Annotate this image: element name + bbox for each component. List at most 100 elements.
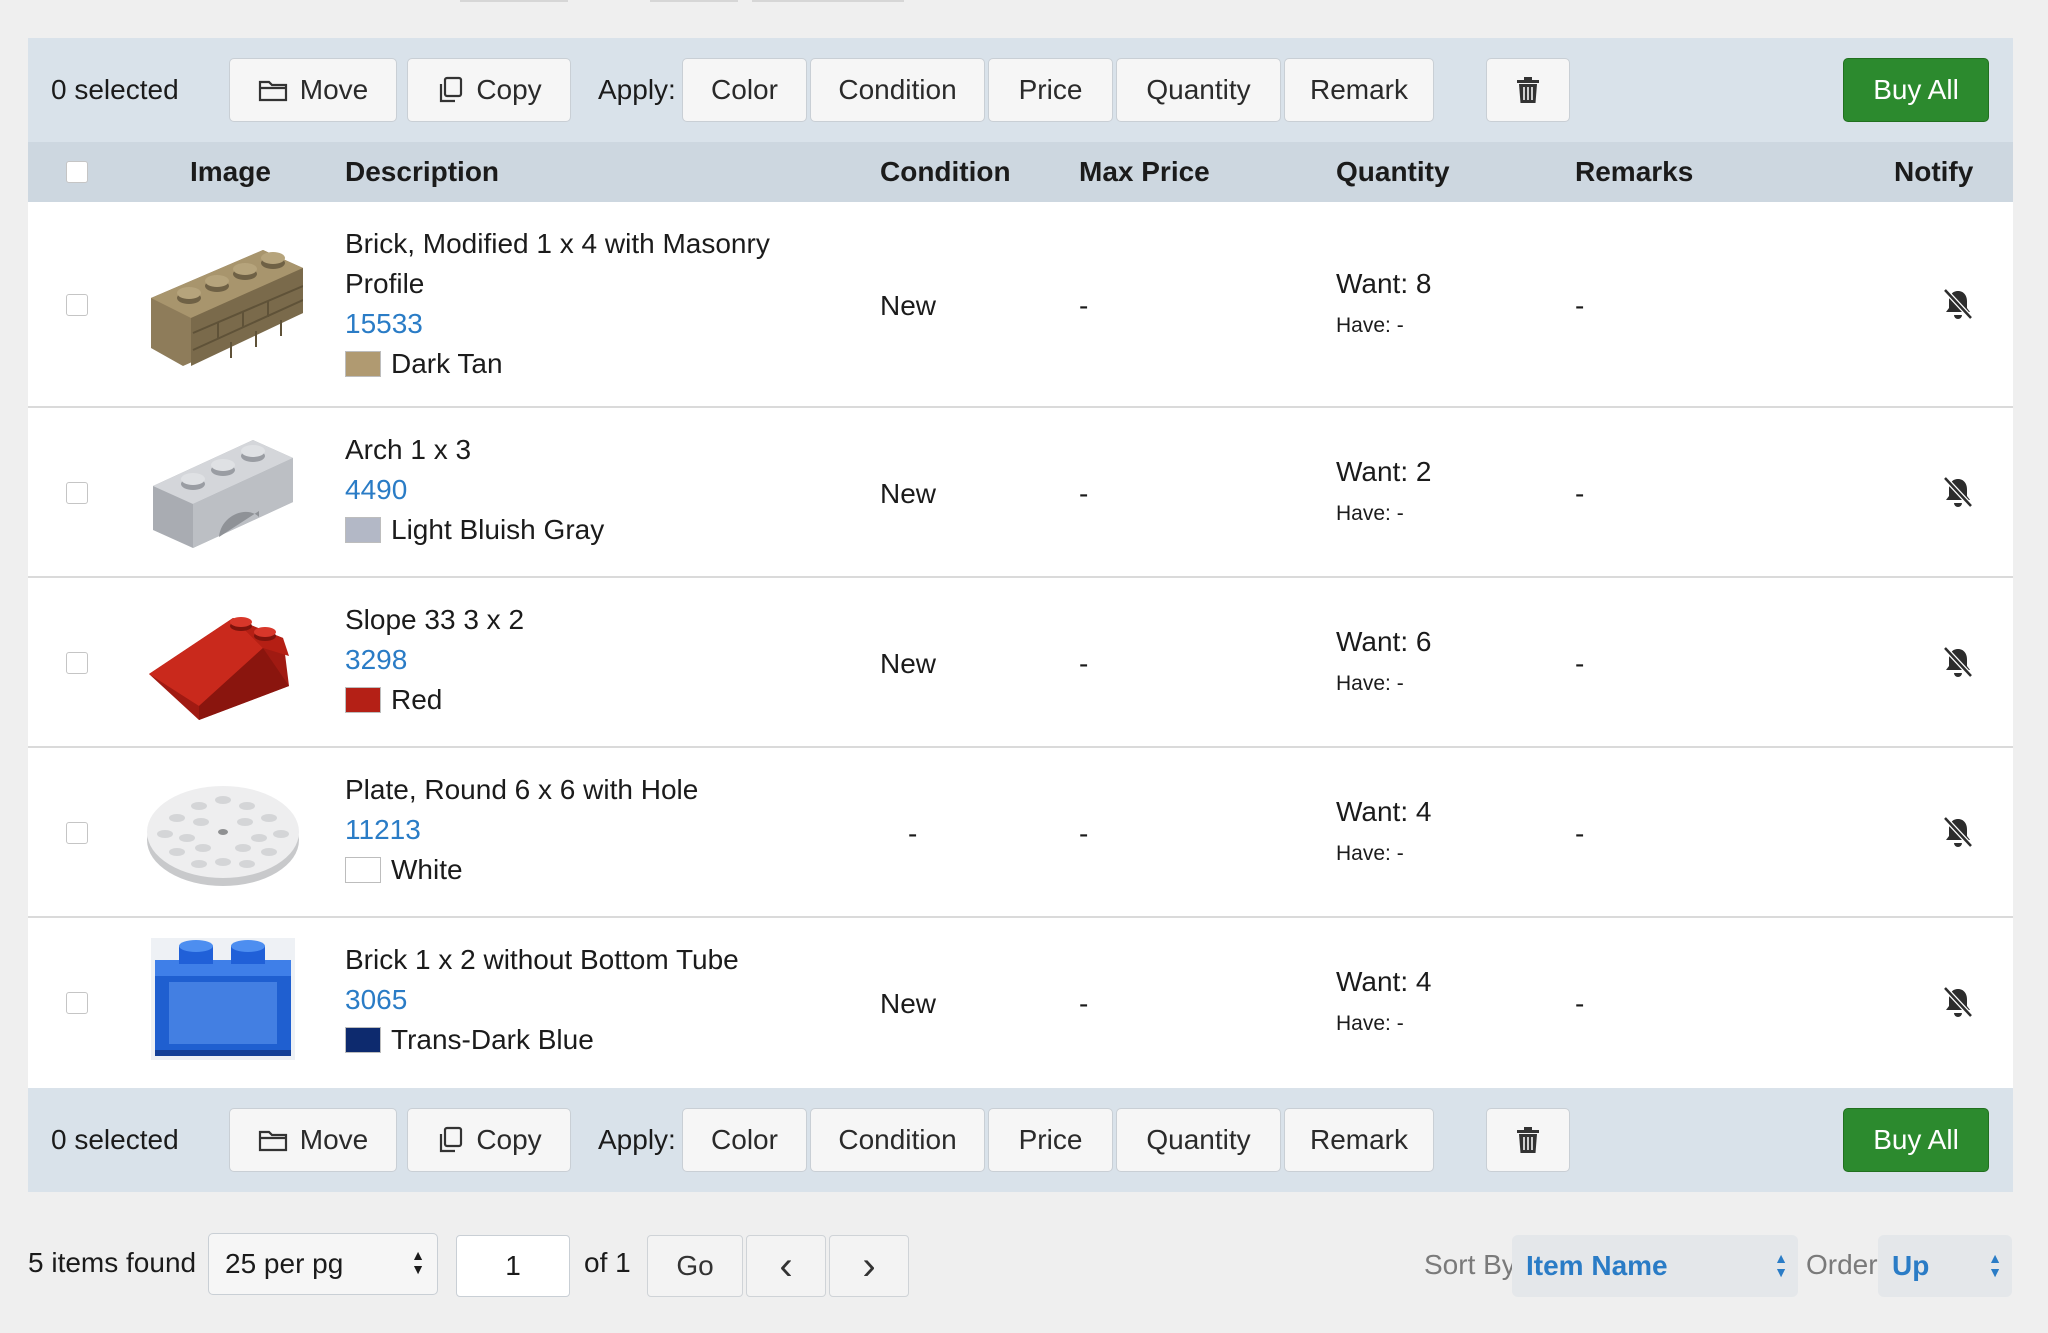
condition-value: New xyxy=(880,648,937,679)
item-name[interactable]: Plate, Round 6 x 6 with Hole xyxy=(345,770,698,810)
header-quantity: Quantity xyxy=(1336,156,1450,187)
sort-by-select[interactable]: Item Name ▲ ▼ xyxy=(1512,1235,1798,1297)
table-row: Brick 1 x 2 without Bottom Tube 3065 Tra… xyxy=(28,918,2013,1088)
order-select[interactable]: Up ▲ ▼ xyxy=(1878,1235,2012,1297)
move-button[interactable]: Move xyxy=(229,1108,397,1172)
copy-icon xyxy=(440,1126,463,1153)
apply-label: Apply: xyxy=(598,1124,676,1155)
want-quantity: Want: 4 xyxy=(1336,796,1432,827)
table-row: Slope 33 3 x 2 3298 Red New - Want: 6 Ha… xyxy=(28,578,2013,748)
apply-quantity-button[interactable]: Quantity xyxy=(1116,1108,1281,1172)
move-button-label: Move xyxy=(299,74,369,105)
apply-price-button[interactable]: Price xyxy=(988,1108,1113,1172)
color-name: Red xyxy=(391,684,443,715)
header-remarks: Remarks xyxy=(1575,156,1694,187)
copy-button[interactable]: Copy xyxy=(407,58,571,122)
item-name[interactable]: Slope 33 3 x 2 xyxy=(345,600,524,640)
item-description: Arch 1 x 3 4490 Light Bluish Gray xyxy=(345,430,604,550)
part-id-link[interactable]: 3298 xyxy=(345,640,524,680)
delete-button[interactable] xyxy=(1486,1108,1570,1172)
part-image[interactable] xyxy=(143,596,303,726)
cropped-tab-stub xyxy=(752,0,904,2)
table-header: Image Description Condition Max Price Qu… xyxy=(28,142,2013,202)
row-checkbox[interactable] xyxy=(66,822,88,844)
select-all-checkbox[interactable] xyxy=(66,161,88,183)
item-name[interactable]: Arch 1 x 3 xyxy=(345,430,604,470)
notify-off-bell-icon[interactable] xyxy=(1940,474,1976,510)
have-quantity: Have: - xyxy=(1336,672,1404,695)
part-id-link[interactable]: 15533 xyxy=(345,304,770,344)
part-id-link[interactable]: 3065 xyxy=(345,980,739,1020)
go-button[interactable]: Go xyxy=(647,1235,743,1297)
pagination-bar: 5 items found 25 per pg ▲ ▼ 1 of 1 Go ‹ ›… xyxy=(0,1225,2048,1305)
header-condition: Condition xyxy=(880,156,1011,187)
order-value: Up xyxy=(1892,1250,1930,1281)
part-image[interactable] xyxy=(143,426,303,556)
row-checkbox[interactable] xyxy=(66,482,88,504)
color-name: Dark Tan xyxy=(391,348,503,379)
apply-quantity-button[interactable]: Quantity xyxy=(1116,58,1281,122)
remarks-value: - xyxy=(1575,478,1585,509)
item-name-cont[interactable]: Profile xyxy=(345,264,770,304)
bottom-action-toolbar: 0 selected Move Copy Apply: Color Condit… xyxy=(28,1088,2013,1192)
prev-page-button[interactable]: ‹ xyxy=(746,1235,826,1297)
order-label: Order xyxy=(1806,1249,1878,1280)
select-arrows-icon: ▲ ▼ xyxy=(411,1247,425,1277)
row-checkbox[interactable] xyxy=(66,294,88,316)
move-button[interactable]: Move xyxy=(229,58,397,122)
copy-button-label: Copy xyxy=(476,74,542,105)
cropped-tab-stub xyxy=(460,0,568,2)
selected-count: 0 selected xyxy=(51,74,179,105)
color-swatch xyxy=(345,857,381,883)
folder-icon xyxy=(258,1130,287,1152)
apply-color-button[interactable]: Color xyxy=(682,58,807,122)
apply-price-button[interactable]: Price xyxy=(988,58,1113,122)
notify-off-bell-icon[interactable] xyxy=(1940,984,1976,1020)
apply-condition-button[interactable]: Condition xyxy=(810,58,985,122)
remarks-value: - xyxy=(1575,988,1585,1019)
header-description: Description xyxy=(345,156,500,187)
trash-icon xyxy=(1517,77,1539,103)
part-id-link[interactable]: 11213 xyxy=(345,810,698,850)
part-image[interactable] xyxy=(143,238,303,368)
table-row: Brick, Modified 1 x 4 with Masonry Profi… xyxy=(28,202,2013,408)
next-page-button[interactable]: › xyxy=(829,1235,909,1297)
part-id-link[interactable]: 4490 xyxy=(345,470,604,510)
color-swatch xyxy=(345,1027,381,1053)
remarks-value: - xyxy=(1575,648,1585,679)
delete-button[interactable] xyxy=(1486,58,1570,122)
have-quantity: Have: - xyxy=(1336,842,1404,865)
top-action-toolbar: 0 selected Move Copy Apply: Color Condit… xyxy=(28,38,2013,142)
apply-condition-button[interactable]: Condition xyxy=(810,1108,985,1172)
items-found: 5 items found xyxy=(28,1247,197,1278)
part-image[interactable] xyxy=(143,766,303,896)
notify-off-bell-icon[interactable] xyxy=(1940,814,1976,850)
condition-value: - xyxy=(908,818,918,849)
header-image: Image xyxy=(190,156,271,187)
buy-all-button[interactable]: Buy All xyxy=(1843,58,1989,122)
page-number-input[interactable]: 1 xyxy=(456,1235,570,1297)
apply-remark-button[interactable]: Remark xyxy=(1284,58,1434,122)
row-checkbox[interactable] xyxy=(66,652,88,674)
apply-remark-button[interactable]: Remark xyxy=(1284,1108,1434,1172)
trash-icon xyxy=(1517,1127,1539,1153)
selected-count: 0 selected xyxy=(51,1124,179,1155)
want-quantity: Want: 8 xyxy=(1336,268,1432,299)
remarks-value: - xyxy=(1575,290,1585,321)
per-page-select[interactable]: 25 per pg ▲ ▼ xyxy=(208,1233,438,1295)
apply-color-button[interactable]: Color xyxy=(682,1108,807,1172)
notify-off-bell-icon[interactable] xyxy=(1940,286,1976,322)
buy-all-button[interactable]: Buy All xyxy=(1843,1108,1989,1172)
item-name[interactable]: Brick, Modified 1 x 4 with Masonry xyxy=(345,224,770,264)
apply-remark-label: Remark xyxy=(1309,74,1408,105)
apply-price-label: Price xyxy=(1018,1124,1083,1155)
folder-icon xyxy=(258,80,287,102)
apply-label: Apply: xyxy=(598,74,676,105)
part-image[interactable] xyxy=(143,938,303,1068)
cropped-tab-stub xyxy=(650,0,738,2)
row-checkbox[interactable] xyxy=(66,992,88,1014)
notify-off-bell-icon[interactable] xyxy=(1940,644,1976,680)
copy-button[interactable]: Copy xyxy=(407,1108,571,1172)
item-name[interactable]: Brick 1 x 2 without Bottom Tube xyxy=(345,940,739,980)
have-quantity: Have: - xyxy=(1336,502,1404,525)
